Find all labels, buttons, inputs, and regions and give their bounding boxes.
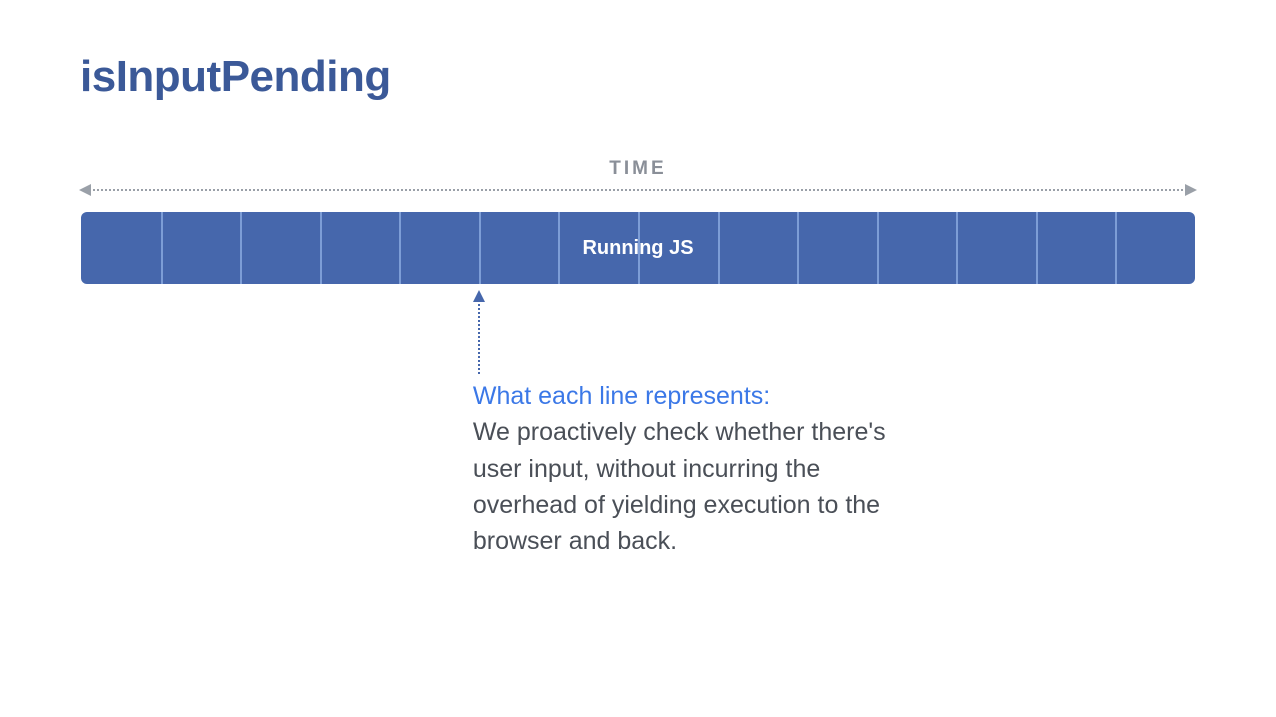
time-axis-label: TIME — [80, 158, 1196, 180]
time-axis-line — [89, 189, 1187, 191]
bar-tick — [558, 212, 560, 284]
arrow-left-icon — [79, 184, 91, 196]
callout-pointer-line — [478, 300, 480, 374]
arrow-right-icon — [1185, 184, 1197, 196]
bar-tick — [1036, 212, 1038, 284]
bar-tick — [877, 212, 879, 284]
bar-tick — [797, 212, 799, 284]
bar-tick — [956, 212, 958, 284]
running-js-bar: Running JS — [81, 212, 1195, 284]
bar-tick — [240, 212, 242, 284]
bar-tick — [718, 212, 720, 284]
callout-pointer — [473, 290, 485, 374]
bar-tick — [320, 212, 322, 284]
time-axis — [81, 184, 1195, 196]
bar-tick — [161, 212, 163, 284]
bar-tick — [1115, 212, 1117, 284]
callout-body: We proactively check whether there's use… — [473, 418, 886, 555]
slide: isInputPending TIME Running JS What each… — [0, 0, 1276, 717]
page-title: isInputPending — [80, 52, 1196, 102]
bar-tick — [638, 212, 640, 284]
bar-tick — [399, 212, 401, 284]
callout-text: What each line represents: We proactivel… — [473, 378, 903, 559]
bar-tick — [479, 212, 481, 284]
callout-lead: What each line represents: — [473, 382, 770, 410]
